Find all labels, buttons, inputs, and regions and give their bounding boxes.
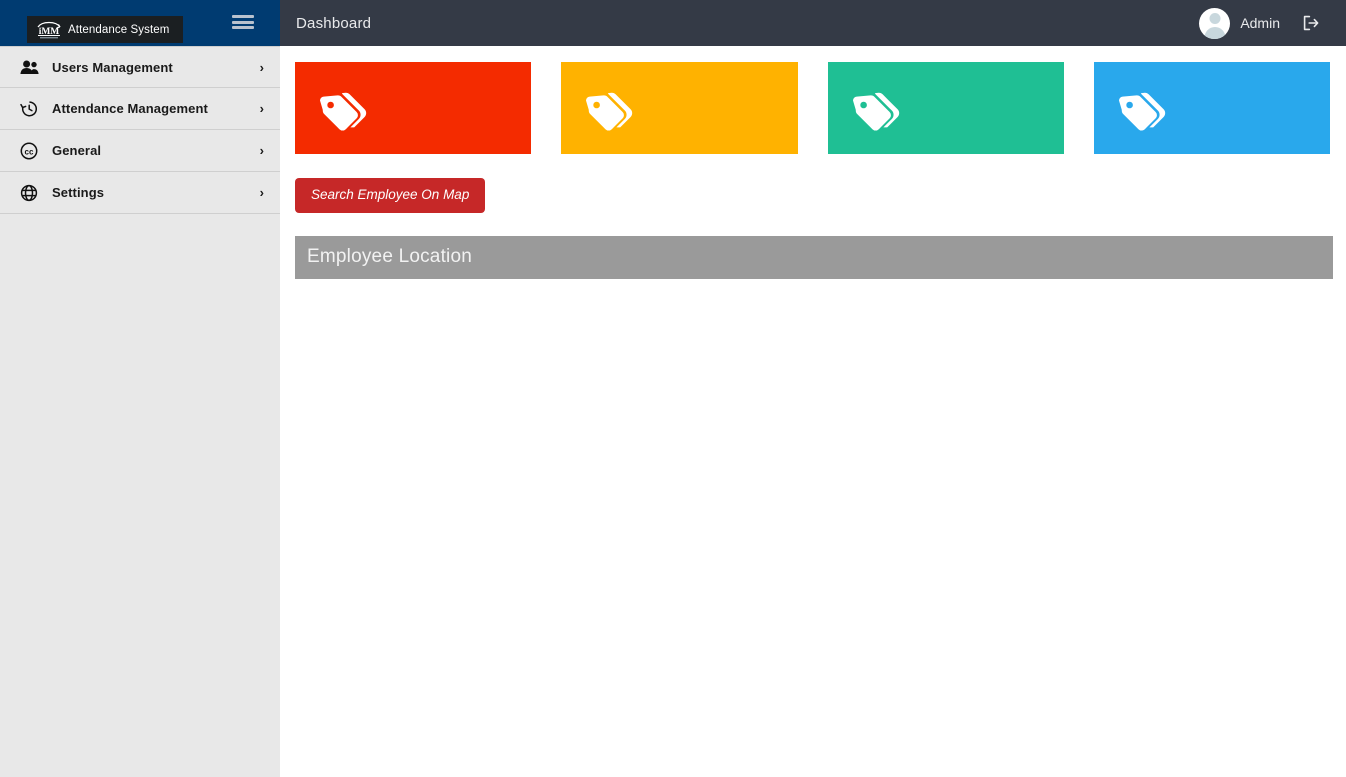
sidebar-item-label: Settings xyxy=(52,185,105,200)
stat-cards-row xyxy=(280,46,1346,154)
panel-header: Employee Location xyxy=(295,235,1333,279)
stat-card-blue[interactable] xyxy=(1093,62,1330,154)
topbar-user-area: Admin xyxy=(1199,7,1320,39)
panel-title: Employee Location xyxy=(307,246,473,267)
avatar-body xyxy=(1204,26,1226,39)
tags-icon xyxy=(850,84,906,132)
chevron-right-icon: › xyxy=(259,101,264,116)
sidebar-nav: Users Management › Attendance Management… xyxy=(0,46,280,214)
search-employee-on-map-button[interactable]: Search Employee On Map xyxy=(295,178,486,213)
employee-location-panel: Employee Location xyxy=(295,235,1333,777)
users-icon xyxy=(18,57,40,77)
chevron-right-icon: › xyxy=(259,143,264,158)
sidebar-item-attendance-management[interactable]: Attendance Management › xyxy=(0,88,280,130)
stat-card-orange[interactable] xyxy=(561,62,798,154)
chevron-right-icon: › xyxy=(259,185,264,200)
sidebar-item-settings[interactable]: Settings › xyxy=(0,172,280,214)
tags-icon xyxy=(583,84,639,132)
search-button-wrap: Search Employee On Map xyxy=(280,154,1346,213)
sidebar-item-users-management[interactable]: Users Management › xyxy=(0,46,280,88)
logout-icon[interactable] xyxy=(1302,14,1320,32)
hamburger-bar xyxy=(232,15,254,18)
sidebar: iMM Attendance System Users Management ›… xyxy=(0,0,280,777)
sidebar-item-general[interactable]: cc General › xyxy=(0,130,280,172)
app-root: iMM Attendance System Users Management ›… xyxy=(0,0,1346,777)
clock-history-icon xyxy=(18,99,40,119)
svg-text:cc: cc xyxy=(25,147,34,156)
employee-location-map-container[interactable] xyxy=(295,278,1333,777)
hamburger-bar xyxy=(232,20,254,24)
chevron-right-icon: › xyxy=(259,59,264,75)
globe-icon xyxy=(18,183,40,203)
avatar-head xyxy=(1209,12,1221,24)
tags-icon xyxy=(1116,84,1172,132)
stat-card-green[interactable] xyxy=(827,62,1064,154)
user-name-label: Admin xyxy=(1240,15,1280,31)
stat-card-red[interactable] xyxy=(295,62,532,154)
page-title: Dashboard xyxy=(296,14,372,32)
hamburger-bar xyxy=(232,26,254,29)
main-area: Dashboard Admin Search Employee On Map E… xyxy=(280,0,1346,777)
brand-logo-text: Attendance System xyxy=(68,23,170,36)
sidebar-item-label: Attendance Management xyxy=(52,101,208,116)
brand-logo[interactable]: iMM Attendance System xyxy=(27,16,183,43)
cc-circle-icon: cc xyxy=(18,141,40,161)
dashboard-content: Search Employee On Map Employee Location xyxy=(280,46,1346,777)
user-avatar-icon[interactable] xyxy=(1199,7,1231,39)
topbar: Dashboard Admin xyxy=(280,0,1346,46)
sidebar-item-label: Users Management xyxy=(52,59,173,75)
sidebar-item-label: General xyxy=(52,143,102,158)
tags-icon xyxy=(317,84,373,132)
sidebar-brand: iMM Attendance System xyxy=(0,0,280,46)
hamburger-menu-icon[interactable] xyxy=(232,13,254,31)
imm-logo-icon: iMM xyxy=(34,20,64,40)
